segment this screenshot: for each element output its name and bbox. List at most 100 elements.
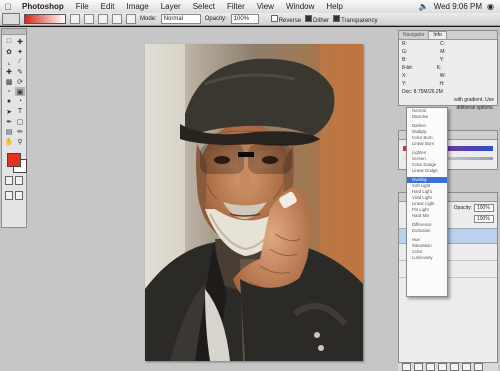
trash-icon[interactable] [474, 363, 483, 371]
adjustment-layer-icon[interactable] [450, 363, 459, 371]
blend-mode-dropdown[interactable]: Normal Dissolve Darken Multiply Color Bu… [406, 107, 448, 297]
radial-gradient-icon[interactable] [84, 14, 94, 24]
screen-mode-standard-icon[interactable] [5, 191, 13, 200]
blend-mode-luminosity[interactable]: Luminosity [407, 255, 447, 261]
layers-opacity-label: Opacity: [453, 205, 472, 211]
link-layers-icon[interactable] [402, 363, 411, 371]
dither-checkbox[interactable]: Dither [305, 14, 330, 24]
tool-hint-line1: with gradient. Use [453, 97, 494, 103]
info-k-label: K: [436, 65, 442, 71]
info-panel-tabs: Navigator Info [399, 31, 497, 40]
notes-tool-icon[interactable]: ▤ [4, 127, 14, 136]
color-swatches [5, 151, 27, 173]
menu-filter[interactable]: Filter [221, 2, 251, 11]
menu-image[interactable]: Image [120, 2, 154, 11]
menu-help[interactable]: Help [320, 2, 348, 11]
toolbox: □ ✚ ✿ ✦ ⌞ ∕ ✚ ✎ ▩ ⟳ ▫ ▣ ● ◔ ➤ T ✒ ▢ ▤ ✏ … [1, 28, 27, 228]
shape-tool-icon[interactable]: ▢ [15, 117, 25, 126]
tab-info[interactable]: Info [428, 31, 447, 39]
info-g-label: G: [402, 49, 408, 55]
reverse-checkbox[interactable]: Reverse [270, 14, 302, 24]
brush-tool-icon[interactable]: ✎ [15, 67, 25, 76]
transparency-checkbox[interactable]: Transparency [333, 14, 378, 24]
info-b-label: B: [402, 57, 407, 63]
menu-select[interactable]: Select [187, 2, 221, 11]
slice-tool-icon[interactable]: ∕ [15, 57, 25, 66]
menu-clock[interactable]: Wed 9:06 PM [434, 2, 482, 11]
tool-preset-picker[interactable] [2, 13, 20, 25]
standard-mode-icon[interactable] [5, 176, 13, 185]
reflected-gradient-icon[interactable] [112, 14, 122, 24]
tab-navigator[interactable]: Navigator [399, 32, 428, 39]
info-x-label: X: [402, 73, 407, 79]
transparency-label: Transparency [341, 17, 378, 24]
magic-wand-icon[interactable]: ✦ [15, 47, 25, 56]
reverse-label: Reverse [278, 17, 302, 24]
info-w-label: W: [439, 73, 446, 79]
dodge-tool-icon[interactable]: ◔ [15, 97, 25, 106]
history-brush-icon[interactable]: ⟳ [15, 77, 25, 86]
quick-mask-icon[interactable] [15, 176, 23, 185]
marquee-tool-icon[interactable]: □ [4, 37, 14, 46]
eraser-tool-icon[interactable]: ▫ [4, 87, 14, 96]
info-y-coord-label: Y: [402, 81, 407, 87]
menu-view[interactable]: View [251, 2, 280, 11]
info-bits: 8-bit [402, 65, 412, 71]
info-m-label: M: [440, 49, 446, 55]
spotlight-icon[interactable]: ◉ [487, 2, 494, 11]
menu-layer[interactable]: Layer [155, 2, 187, 11]
angle-gradient-icon[interactable] [98, 14, 108, 24]
clone-stamp-icon[interactable]: ▩ [4, 77, 14, 86]
menu-bar:  Photoshop File Edit Image Layer Select… [0, 0, 500, 14]
info-c-label: C: [440, 41, 445, 47]
apple-menu-icon[interactable]:  [0, 2, 16, 12]
healing-brush-icon[interactable]: ✚ [4, 67, 14, 76]
diamond-gradient-icon[interactable] [126, 14, 136, 24]
type-tool-icon[interactable]: T [15, 107, 25, 116]
tool-hint-line2: dditional options. [456, 105, 494, 111]
menu-edit[interactable]: Edit [95, 2, 121, 11]
portrait-photo [145, 44, 363, 361]
foreground-color-swatch[interactable] [7, 153, 21, 167]
path-select-icon[interactable]: ➤ [4, 107, 14, 116]
gradient-picker[interactable] [24, 14, 66, 24]
menu-photoshop[interactable]: Photoshop [16, 2, 70, 11]
linear-gradient-icon[interactable] [70, 14, 80, 24]
gradient-tool-icon[interactable]: ▣ [15, 87, 25, 96]
volume-icon[interactable]: 🔈 [419, 2, 429, 11]
mode-label: Mode: [140, 16, 157, 22]
document-canvas[interactable] [145, 44, 363, 361]
menu-window[interactable]: Window [280, 2, 320, 11]
doc-size: Doc: 8.75M/26.2M [402, 89, 443, 95]
info-r-label: R: [402, 41, 407, 47]
lasso-tool-icon[interactable]: ✿ [4, 47, 14, 56]
crop-tool-icon[interactable]: ⌞ [4, 57, 14, 66]
mode-select[interactable]: Normal [160, 14, 201, 24]
layer-style-icon[interactable] [414, 363, 423, 371]
layers-fill-field[interactable]: 100% [474, 215, 494, 223]
mask-modes [2, 173, 26, 188]
layers-opacity-field[interactable]: 100% [474, 204, 494, 212]
layers-footer [398, 362, 498, 371]
add-mask-icon[interactable] [426, 363, 435, 371]
opacity-label: Opacity: [204, 16, 227, 22]
info-panel: Navigator Info R: C: G: M: B: Y: 8-bit K: X:… [398, 30, 498, 111]
info-y-label: Y: [439, 57, 445, 63]
move-tool-icon[interactable]: ✚ [15, 37, 25, 46]
zoom-tool-icon[interactable]: ⚲ [15, 137, 25, 146]
screen-mode-full-menu-icon[interactable] [15, 191, 23, 200]
info-h-label: H: [439, 81, 445, 87]
new-layer-icon[interactable] [462, 363, 471, 371]
pen-tool-icon[interactable]: ✒ [4, 117, 14, 126]
eyedropper-icon[interactable]: ✏ [15, 127, 25, 136]
dither-label: Dither [313, 17, 330, 24]
blur-tool-icon[interactable]: ● [4, 97, 14, 106]
screen-modes [2, 188, 26, 203]
hand-tool-icon[interactable]: ✋ [4, 137, 14, 146]
options-bar: Mode: Normal Opacity: 100% Reverse Dithe… [0, 13, 500, 26]
new-group-icon[interactable] [438, 363, 447, 371]
menu-file[interactable]: File [70, 2, 95, 11]
tool-grid: □ ✚ ✿ ✦ ⌞ ∕ ✚ ✎ ▩ ⟳ ▫ ▣ ● ◔ ➤ T ✒ ▢ ▤ ✏ … [2, 35, 26, 148]
opacity-field[interactable]: 100% [230, 14, 259, 24]
menu-extras: 🔈 Wed 9:06 PM ◉ [419, 2, 500, 11]
